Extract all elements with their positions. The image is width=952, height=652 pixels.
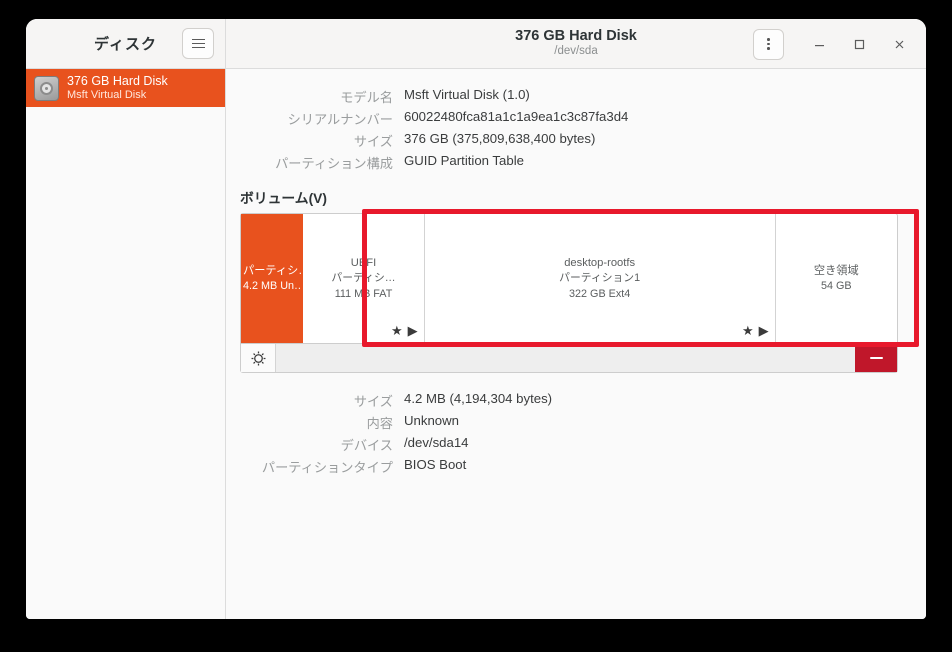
partition-details-rows: サイズ 4.2 MB (4,194,304 bytes) 内容 Unknown … xyxy=(226,389,898,477)
partition-labels: パーティシ… 4.2 MB Un… xyxy=(241,263,302,295)
hamburger-menu-button[interactable] xyxy=(182,28,214,59)
info-value: 376 GB (375,809,638,400 bytes) xyxy=(404,130,596,146)
detail-value: /dev/sda14 xyxy=(404,434,469,450)
delete-partition-button[interactable] xyxy=(855,344,897,372)
partition-label-line2: パーティシ… xyxy=(331,271,396,284)
disks-application-window: ディスク 376 GB Hard Disk Msft Virtual Disk … xyxy=(26,19,926,619)
kebab-menu-icon-dot xyxy=(767,38,770,41)
detail-label: 内容 xyxy=(366,415,393,431)
partition-toolbar xyxy=(241,343,897,372)
sidebar-header: ディスク xyxy=(26,19,225,69)
star-icon: ★ xyxy=(391,323,403,338)
partition-label-line1: 空き領域 xyxy=(813,264,859,277)
partition-label-line1: UEFI xyxy=(350,256,377,269)
minimize-icon xyxy=(814,44,824,46)
partition-flags: ★ ▶ xyxy=(742,324,769,337)
detail-value: 4.2 MB (4,194,304 bytes) xyxy=(404,390,553,406)
info-label: シリアルナンバー xyxy=(287,111,393,127)
sidebar-item-text: 376 GB Hard Disk Msft Virtual Disk xyxy=(67,74,168,101)
disk-platter-shape xyxy=(40,81,53,95)
volumes-widget: パーティシ… 4.2 MB Un… UEFI パーティシ… 111 MB FAT… xyxy=(240,213,898,373)
gear-icon xyxy=(251,351,265,365)
partition-label-line2: パーティション1 xyxy=(559,271,641,284)
partition-segment-bios-boot[interactable]: パーティシ… 4.2 MB Un… xyxy=(241,214,304,343)
partition-label-line1: パーティシ… xyxy=(243,264,302,277)
detail-value: BIOS Boot xyxy=(404,456,467,472)
partition-label-line1: desktop-rootfs xyxy=(564,256,636,269)
partition-details-table: サイズ 4.2 MB (4,194,304 bytes) 内容 Unknown … xyxy=(226,389,898,477)
titlebar-actions xyxy=(753,19,918,69)
partition-options-button[interactable] xyxy=(241,344,276,372)
partition-labels: desktop-rootfs パーティション1 322 GB Ext4 xyxy=(557,255,642,303)
close-icon xyxy=(895,40,903,48)
disk-info-rows: モデル名 Msft Virtual Disk (1.0) シリアルナンバー 60… xyxy=(226,85,898,173)
hamburger-icon-line xyxy=(191,39,205,40)
star-icon: ★ xyxy=(741,323,754,338)
partition-flags: ★ ▶ xyxy=(391,324,418,337)
detail-row: デバイス /dev/sda14 xyxy=(226,433,898,455)
sidebar: ディスク 376 GB Hard Disk Msft Virtual Disk xyxy=(26,19,226,619)
detail-label: サイズ xyxy=(353,393,393,409)
detail-label: デバイス xyxy=(340,437,393,453)
content-area: モデル名 Msft Virtual Disk (1.0) シリアルナンバー 60… xyxy=(226,69,926,619)
partition-label-line2: 54 GB xyxy=(821,279,852,292)
info-value: GUID Partition Table xyxy=(404,152,524,168)
info-value: 60022480fca81a1c1a9ea1c3c87fa3d4 xyxy=(404,108,629,124)
close-button[interactable] xyxy=(880,24,918,64)
info-label: パーティション構成 xyxy=(275,155,393,171)
partition-labels: UEFI パーティシ… 111 MB FAT xyxy=(329,255,397,303)
window-titlebar: 376 GB Hard Disk /dev/sda xyxy=(226,19,926,69)
info-label: サイズ xyxy=(353,133,393,149)
info-row: パーティション構成 GUID Partition Table xyxy=(226,151,898,173)
partition-segment-free-space[interactable]: 空き領域 54 GB xyxy=(776,214,897,343)
info-row: モデル名 Msft Virtual Disk (1.0) xyxy=(226,85,898,107)
info-row: サイズ 376 GB (375,809,638,400 bytes) xyxy=(226,129,898,151)
partition-label-line2: 4.2 MB Un… xyxy=(243,279,303,292)
info-label: モデル名 xyxy=(340,89,393,105)
detail-row: サイズ 4.2 MB (4,194,304 bytes) xyxy=(226,389,898,411)
play-icon: ▶ xyxy=(758,323,769,338)
detail-row: パーティションタイプ BIOS Boot xyxy=(226,455,898,477)
sidebar-item-sublabel: Msft Virtual Disk xyxy=(67,88,147,101)
volumes-section-title: ボリューム(V) xyxy=(240,191,327,206)
maximize-icon xyxy=(854,39,864,49)
sidebar-item-label: 376 GB Hard Disk xyxy=(67,74,168,89)
hamburger-icon-line xyxy=(191,47,205,48)
kebab-menu-button[interactable] xyxy=(753,28,784,60)
partition-segment-uefi[interactable]: UEFI パーティシ… 111 MB FAT ★ ▶ xyxy=(303,214,425,343)
partition-label-line3: 322 GB Ext4 xyxy=(569,287,631,300)
main-panel: 376 GB Hard Disk /dev/sda モデル名 Msft Virt… xyxy=(226,19,926,619)
hard-disk-icon xyxy=(34,75,59,101)
info-value: Msft Virtual Disk (1.0) xyxy=(404,86,530,102)
disk-info-table: モデル名 Msft Virtual Disk (1.0) シリアルナンバー 60… xyxy=(226,85,898,173)
info-row: シリアルナンバー 60022480fca81a1c1a9ea1c3c87fa3d… xyxy=(226,107,898,129)
maximize-button[interactable] xyxy=(840,24,878,64)
partition-labels: 空き領域 54 GB xyxy=(812,263,861,295)
kebab-menu-icon-dot xyxy=(767,47,770,50)
partition-bar: パーティシ… 4.2 MB Un… UEFI パーティシ… 111 MB FAT… xyxy=(241,214,897,343)
play-icon: ▶ xyxy=(407,323,418,338)
detail-label: パーティションタイプ xyxy=(261,459,393,475)
app-title: ディスク xyxy=(94,36,157,53)
partition-segment-rootfs[interactable]: desktop-rootfs パーティション1 322 GB Ext4 ★ ▶ xyxy=(425,214,776,343)
sidebar-item-hard-disk[interactable]: 376 GB Hard Disk Msft Virtual Disk xyxy=(26,69,225,107)
detail-row: 内容 Unknown xyxy=(226,411,898,433)
partition-label-line3: 111 MB FAT xyxy=(334,287,393,300)
minus-icon xyxy=(869,357,883,359)
hamburger-icon-line xyxy=(191,43,205,44)
kebab-menu-icon-dot xyxy=(767,42,770,46)
minimize-button[interactable] xyxy=(800,24,838,64)
detail-value: Unknown xyxy=(404,412,459,428)
